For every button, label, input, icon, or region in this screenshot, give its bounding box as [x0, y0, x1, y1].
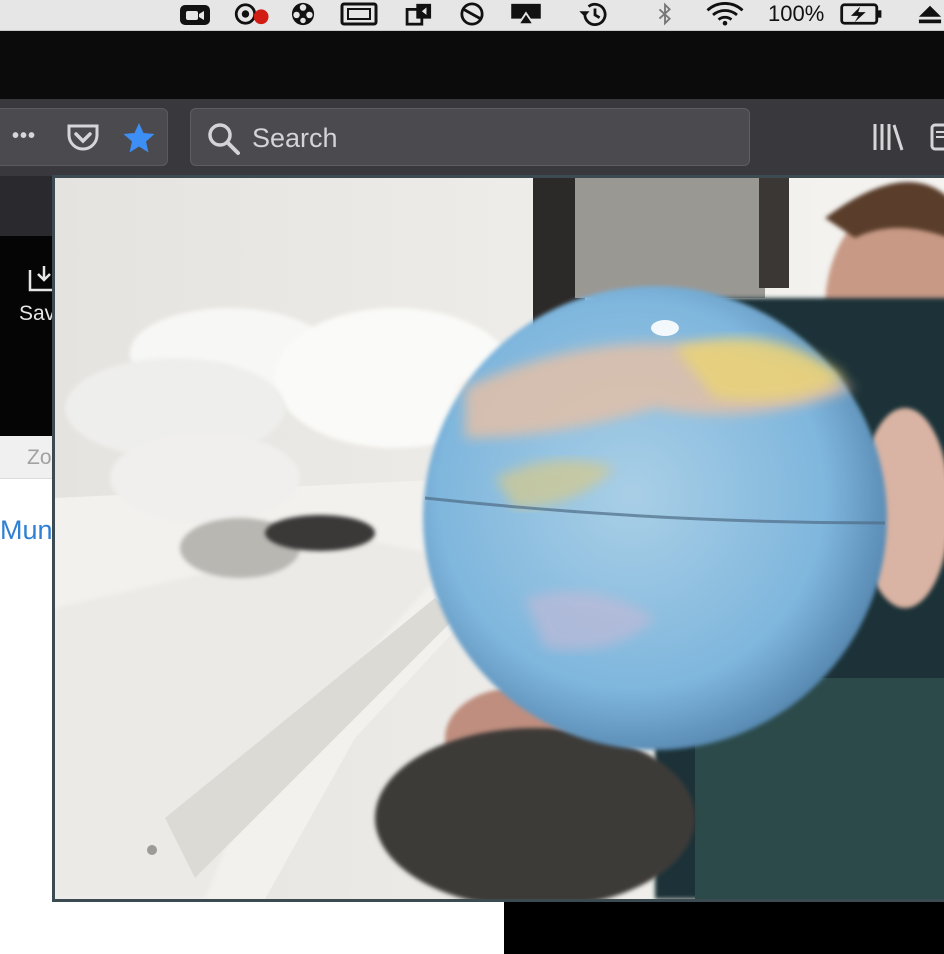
window-icon[interactable]: [340, 2, 378, 26]
page-actions-menu-button[interactable]: •••: [12, 125, 36, 148]
video-frame: [55, 178, 944, 899]
page-bottom-black-area: [504, 902, 944, 954]
pocket-icon[interactable]: [66, 122, 100, 154]
airplay-icon[interactable]: [508, 2, 544, 26]
search-input[interactable]: Search: [190, 108, 750, 166]
video-call-window[interactable]: [52, 175, 944, 902]
search-icon: [208, 123, 240, 155]
record-icon[interactable]: [231, 2, 271, 26]
browser-title-strip: [0, 31, 944, 99]
search-placeholder: Search: [252, 123, 338, 153]
eject-icon[interactable]: [916, 2, 944, 26]
library-icon[interactable]: [872, 120, 906, 154]
time-machine-icon[interactable]: [576, 2, 614, 26]
battery-percentage: 100%: [768, 1, 825, 26]
bluetooth-icon[interactable]: [654, 2, 676, 26]
sidebar-icon[interactable]: [930, 120, 944, 154]
no-entry-icon[interactable]: [458, 2, 486, 26]
zoom-video-icon[interactable]: [179, 2, 211, 26]
url-bar-end[interactable]: •••: [0, 108, 168, 166]
dropbox-sync-icon[interactable]: [404, 2, 436, 26]
battery-charging-icon[interactable]: [838, 2, 886, 26]
wifi-icon[interactable]: [703, 2, 747, 26]
bookmark-star-icon[interactable]: [121, 121, 157, 155]
save-button-label[interactable]: Sav: [19, 302, 55, 326]
page-link[interactable]: Mun: [0, 515, 53, 546]
reel-icon[interactable]: [290, 2, 316, 26]
menu-bar: 100%: [0, 0, 944, 31]
page-tab-label: Zo: [27, 446, 52, 469]
